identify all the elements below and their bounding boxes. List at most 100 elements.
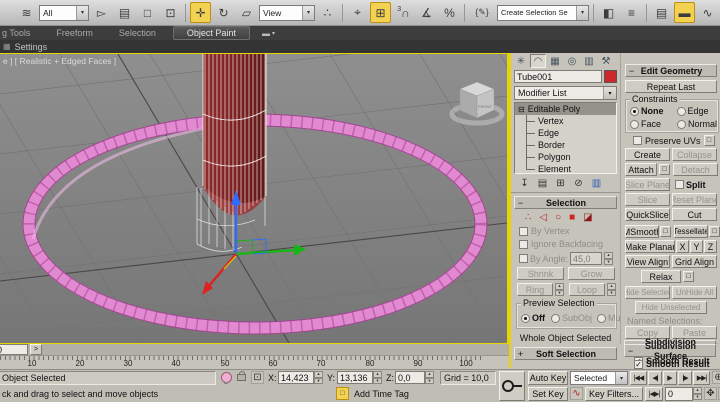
angle-snap-icon[interactable]: ∡ <box>416 2 437 23</box>
key-filter-selected-dropdown[interactable]: Selected ▾ <box>570 371 628 385</box>
z-spinner[interactable]: ▴▾ <box>425 371 434 384</box>
hierarchy-tab-icon[interactable]: ▦ <box>547 54 563 68</box>
ring-spinner[interactable]: ▴▾ <box>555 283 564 296</box>
object-color-swatch[interactable] <box>604 70 617 83</box>
spinner-down[interactable]: ▾ <box>373 378 382 385</box>
edit-geometry-rollout-header[interactable]: − Edit Geometry <box>625 64 717 77</box>
slice-button[interactable]: Slice <box>625 193 670 206</box>
ignore-backfacing-checkbox[interactable] <box>519 240 528 249</box>
vertex-subobject-icon[interactable]: ∴ <box>525 212 531 223</box>
pin-stack-icon[interactable]: ↧ <box>517 177 532 190</box>
loop-button[interactable]: Loop <box>569 283 605 296</box>
subdivision-surface-rollout-header[interactable]: − Subdivision Surface <box>624 344 716 357</box>
auto-key-button[interactable]: Auto Key <box>528 371 568 385</box>
snap-3d-icon[interactable]: 3∩ <box>393 2 414 23</box>
key-mode-toggle-button[interactable]: |◀▶| <box>645 387 663 401</box>
isolate-selection-icon[interactable] <box>221 372 232 383</box>
constraint-edge-radio[interactable] <box>677 107 686 116</box>
remove-modifier-icon[interactable]: ⊘ <box>571 177 586 190</box>
attach-button[interactable]: Attach <box>625 163 657 176</box>
angle-spinner[interactable]: ▴▾ <box>604 252 613 265</box>
spinner-down[interactable]: ▾ <box>693 394 702 401</box>
chevron-down-icon[interactable]: ▾ <box>302 6 314 20</box>
create-selection-set-dropdown[interactable]: Create Selection Se ▾ <box>497 5 589 21</box>
viewport-canvas[interactable]: FRONT <box>0 54 507 343</box>
viewport-label[interactable]: e ] [ Realistic + Edged Faces ] <box>3 56 116 66</box>
spinner-down[interactable]: ▾ <box>604 259 613 266</box>
split-checkbox[interactable] <box>675 180 684 189</box>
spinner-down[interactable]: ▾ <box>607 290 616 297</box>
planar-y-button[interactable]: Y <box>690 240 703 253</box>
key-filters-button[interactable]: Key Filters... <box>585 387 643 401</box>
stack-item-element[interactable]: Element <box>515 163 616 175</box>
unhide-all-button[interactable]: UnHide All <box>672 286 717 299</box>
z-coordinate-field[interactable]: 0,0 <box>395 371 425 384</box>
grid-align-button[interactable]: Grid Align <box>672 255 717 268</box>
ribbon-toggle-icon[interactable]: ▬ <box>674 2 695 23</box>
select-and-rotate-icon[interactable]: ↻ <box>213 2 234 23</box>
play-button[interactable]: ▶ <box>663 371 677 385</box>
ring-button[interactable]: Ring <box>517 283 553 296</box>
planar-z-button[interactable]: Z <box>704 240 717 253</box>
by-vertex-checkbox[interactable] <box>519 227 528 236</box>
coord-system-dropdown[interactable]: View ▾ <box>259 5 315 21</box>
rect-selection-region-icon[interactable]: □ <box>137 2 158 23</box>
stack-item-vertex[interactable]: Vertex <box>515 115 616 127</box>
perspective-viewport[interactable]: e ] [ Realistic + Edged Faces ] <box>0 53 509 344</box>
stack-item-polygon[interactable]: Polygon <box>515 151 616 163</box>
mirror-icon[interactable]: ◧ <box>598 2 619 23</box>
constraint-none-radio[interactable] <box>630 107 639 116</box>
snaps-toggle-icon[interactable]: ⊞ <box>370 2 391 23</box>
preview-multi-radio[interactable] <box>597 314 606 323</box>
ribbon-panel-settings[interactable]: Settings <box>15 42 48 52</box>
motion-tab-icon[interactable]: ◎ <box>564 54 580 68</box>
polygon-subobject-icon[interactable]: ■ <box>569 212 575 223</box>
chevron-down-icon[interactable]: ▾ <box>576 6 588 20</box>
modifier-stack[interactable]: ⊟ Editable Poly Vertex Edge Border Polyg… <box>514 102 617 174</box>
selection-lock-icon[interactable] <box>237 374 246 381</box>
display-tab-icon[interactable]: ▥ <box>581 54 597 68</box>
expand-icon[interactable]: + <box>515 349 526 359</box>
tab-modeling-tools[interactable]: g Tools <box>0 26 43 40</box>
set-key-button[interactable]: Set Key <box>528 387 568 401</box>
frame-spinner[interactable]: ▴▾ <box>693 387 702 400</box>
hide-unselected-button[interactable]: Hide Unselected <box>635 301 707 314</box>
add-time-tag[interactable]: Add Time Tag <box>354 389 409 399</box>
select-and-manipulate-icon[interactable]: ⌖ <box>347 2 368 23</box>
select-by-name-icon[interactable]: ▤ <box>114 2 135 23</box>
constraint-normal-radio[interactable] <box>677 120 686 129</box>
spinner-down[interactable]: ▾ <box>555 290 564 297</box>
spinner-down[interactable]: ▾ <box>314 378 323 385</box>
object-name-field[interactable]: Tube001 <box>514 70 602 83</box>
collapse-button[interactable]: Collapse <box>672 148 717 161</box>
space-warp-icon[interactable]: ≋ <box>16 2 37 23</box>
track-bar[interactable]: 10 20 30 40 50 60 70 80 90 100 <box>0 356 509 368</box>
preview-off-radio[interactable] <box>521 314 530 323</box>
smooth-result-checkbox[interactable]: ✓ <box>634 360 643 369</box>
show-end-result-icon[interactable]: ▤ <box>535 177 550 190</box>
utilities-tab-icon[interactable]: ⚒ <box>598 54 614 68</box>
select-and-scale-icon[interactable]: ▱ <box>236 2 257 23</box>
stack-item-border[interactable]: Border <box>515 139 616 151</box>
current-frame-field[interactable]: 0 <box>665 387 693 401</box>
tab-object-paint[interactable]: Object Paint <box>173 26 250 40</box>
named-selection-sets-icon[interactable]: {✎} <box>469 2 495 23</box>
toggle-key-mode-button[interactable] <box>499 371 525 401</box>
preview-subobj-radio[interactable] <box>551 314 560 323</box>
quickslice-button[interactable]: QuickSlice <box>625 208 670 221</box>
msmooth-settings-button[interactable]: □ <box>660 226 671 237</box>
create-tab-icon[interactable]: ✳ <box>513 54 529 68</box>
modify-tab-icon[interactable]: ◠ <box>530 54 546 68</box>
element-subobject-icon[interactable]: ◪ <box>583 212 592 223</box>
planar-x-button[interactable]: X <box>676 240 689 253</box>
time-slider[interactable]: 0 > <box>0 344 509 356</box>
tessellate-settings-button[interactable]: □ <box>709 226 720 237</box>
angle-value-field[interactable]: 45,0 <box>570 252 602 265</box>
preserve-uvs-settings-button[interactable]: □ <box>704 135 715 146</box>
window-crossing-icon[interactable]: ⊡ <box>160 2 181 23</box>
curve-editor-icon[interactable]: ∿ <box>697 2 718 23</box>
zoom-icon[interactable]: ⊕ <box>712 371 720 384</box>
key-filter-curve-icon[interactable]: ∿ <box>570 387 583 400</box>
configure-modifier-sets-icon[interactable]: ▥ <box>589 177 604 190</box>
time-tag-icon[interactable]: □ <box>336 387 349 400</box>
